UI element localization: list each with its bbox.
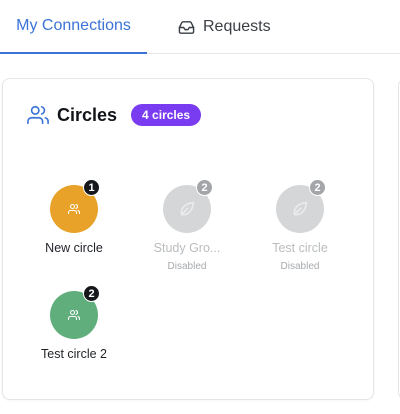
- tab-requests[interactable]: Requests: [178, 0, 271, 54]
- circles-card: Circles 4 circles 1 New circle 2 Study G…: [2, 78, 374, 400]
- circle-name: Study Gro...: [153, 241, 221, 255]
- circle-avatar-wrap: 1: [50, 179, 100, 233]
- circle-item-study-group[interactable]: 2 Study Gro... Disabled: [137, 179, 237, 272]
- tab-requests-label: Requests: [203, 18, 271, 35]
- member-count-badge: 2: [83, 285, 100, 302]
- people-icon: [68, 203, 80, 215]
- people-icon: [68, 309, 80, 321]
- circle-name: Test circle: [272, 241, 328, 255]
- circle-item-test-circle-2[interactable]: 2 Test circle 2: [24, 285, 124, 361]
- circles-header: Circles 4 circles: [27, 103, 202, 127]
- circle-avatar-wrap: 2: [276, 179, 326, 233]
- leaf-icon: [289, 198, 311, 220]
- member-count-badge: 1: [83, 179, 100, 196]
- circles-count-badge: 4 circles: [131, 104, 202, 126]
- member-count-badge: 2: [196, 179, 213, 196]
- card-title: Circles: [57, 104, 118, 125]
- circle-avatar-wrap: 2: [50, 285, 100, 339]
- circle-status: Disabled: [167, 261, 207, 272]
- tab-bar: My Connections Requests: [0, 0, 400, 54]
- people-icon: [27, 104, 49, 126]
- inbox-icon: [178, 19, 195, 36]
- circle-item-test-circle[interactable]: 2 Test circle Disabled: [250, 179, 350, 272]
- circle-item-new-circle[interactable]: 1 New circle: [24, 179, 124, 255]
- circle-name: Test circle 2: [41, 347, 107, 361]
- member-count-badge: 2: [309, 179, 326, 196]
- circle-avatar-wrap: 2: [163, 179, 213, 233]
- tab-my-connections[interactable]: My Connections: [0, 0, 147, 54]
- circle-status: Disabled: [280, 261, 320, 272]
- leaf-icon: [176, 198, 198, 220]
- circle-name: New circle: [45, 241, 103, 255]
- tab-my-connections-label: My Connections: [16, 17, 131, 34]
